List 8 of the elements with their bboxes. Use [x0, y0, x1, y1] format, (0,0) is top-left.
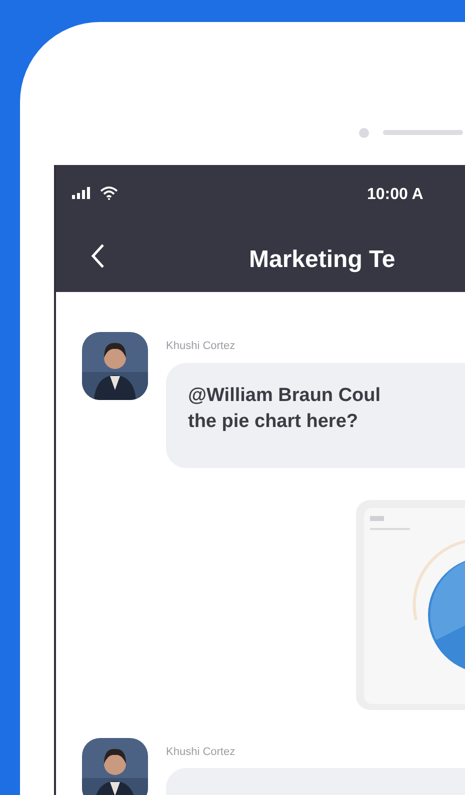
sender-name: Khushi Cortez [166, 744, 236, 760]
wifi-icon [100, 186, 118, 200]
back-icon[interactable] [91, 243, 105, 269]
message-text: @William Braun Coul the pie chart here? [188, 384, 382, 434]
camera-icon [359, 128, 369, 138]
sender-name: Khushi Cortez [166, 339, 236, 354]
chat-title: Marketing Te [249, 245, 396, 275]
status-time: 10:00 A [367, 185, 424, 205]
